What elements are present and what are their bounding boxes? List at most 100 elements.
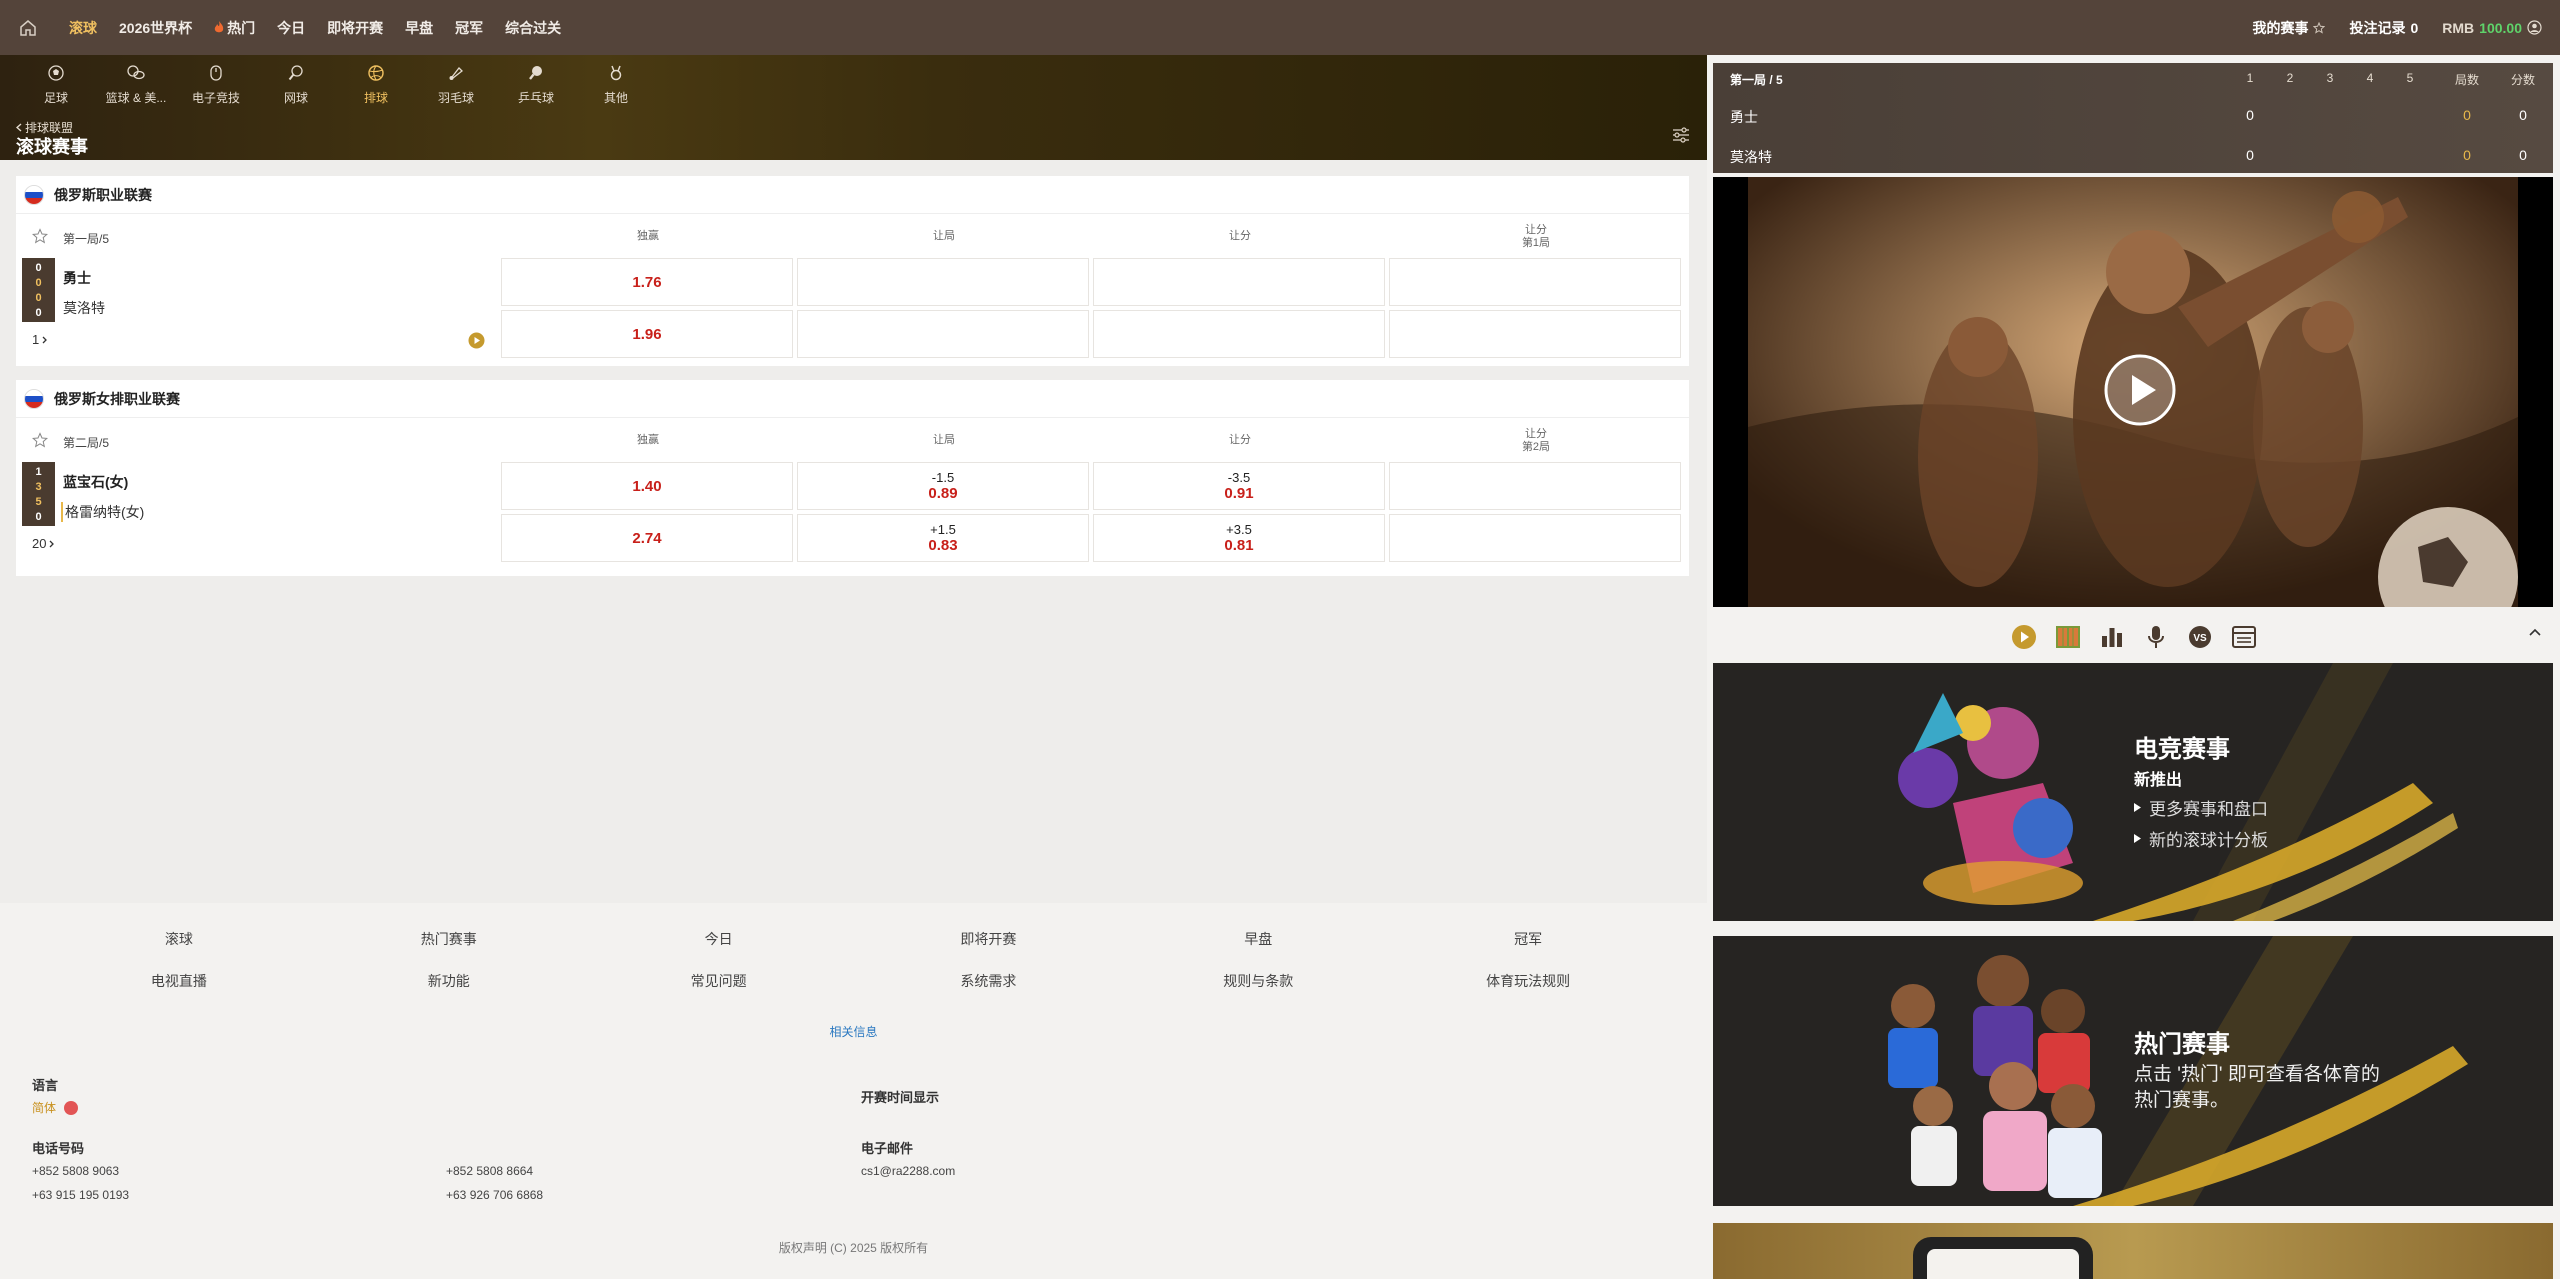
col-point-handicap: 让分 [1229,230,1251,242]
team-away[interactable]: 格雷纳特(女) [61,502,144,522]
nav-early[interactable]: 早盘 [405,18,433,38]
favorite-star-icon[interactable] [32,432,48,448]
col-moneyline: 独赢 [637,434,659,446]
hot-events-promo-banner[interactable]: 热门赛事 点击 '热门' 即可查看各体育的热门赛事。 [1713,936,2553,1206]
microphone-icon[interactable] [2142,623,2170,651]
bet-records-button[interactable]: 投注记录 0 [2349,18,2418,38]
odds-moneyline-home[interactable]: 1.40 [501,462,793,510]
match-row: 1 3 5 0 蓝宝石(女) 格雷纳特(女) 20 1.40 -1.5 0.89 … [16,462,1689,570]
footer-link[interactable]: 滚球 [44,929,314,949]
footer-link[interactable]: 常见问题 [584,971,854,991]
page-title: 滚球赛事 [16,137,88,157]
home-icon[interactable] [0,0,55,55]
esports-promo-art [1898,663,2458,921]
footer-link[interactable]: 系统需求 [854,971,1124,991]
chevron-right-icon [42,336,48,343]
chevron-up-icon[interactable] [2528,627,2542,637]
hot-events-promo-art [1888,936,2468,1206]
sport-tab-tennis[interactable]: 网球 [256,63,336,106]
nav-today[interactable]: 今日 [277,18,305,38]
sport-tab-soccer[interactable]: 足球 [16,63,96,106]
sport-tab-volleyball[interactable]: 排球 [336,63,416,106]
sport-tab-esports[interactable]: 电子竞技 [176,63,256,106]
team-away[interactable]: 莫洛特 [63,298,105,318]
nav-hot[interactable]: 热门 [214,18,255,38]
team-home[interactable]: 勇士 [63,268,91,288]
league-header[interactable]: 俄罗斯女排职业联赛 [16,380,1689,418]
match-row: 0 0 0 0 勇士 莫洛特 1 1.76 1.96 [16,258,1689,366]
col-set1-handicap: 让分 第1局 [1521,224,1551,249]
tennis-icon [286,63,306,83]
score-box: 1 3 5 0 [22,462,55,526]
filter-settings-icon[interactable] [1669,123,1693,147]
head-to-head-icon[interactable]: VS [2186,623,2214,651]
odds-set1-handicap-away[interactable] [1389,310,1681,358]
related-info-link[interactable]: 相关信息 [0,1023,1707,1040]
my-events-button[interactable]: 我的赛事 [2252,18,2326,38]
stats-chart-icon[interactable] [2098,623,2126,651]
odds-set-handicap-away[interactable] [797,310,1089,358]
play-video-icon[interactable] [2010,623,2038,651]
nav-parlay[interactable]: 综合过关 [505,18,561,38]
footer-link[interactable]: 新功能 [314,971,584,991]
scoreboard-table-icon[interactable] [2230,623,2258,651]
nav-outright[interactable]: 冠军 [455,18,483,38]
footer-link[interactable]: 热门赛事 [314,929,584,949]
email-address[interactable]: cs1@ra2288.com [861,1164,955,1178]
play-icon[interactable] [2103,353,2177,427]
odds-moneyline-home[interactable]: 1.76 [501,258,793,306]
esports-promo-banner[interactable]: 电竞赛事 新推出 更多赛事和盘口 新的滚球计分板 [1713,663,2553,921]
live-video-player[interactable] [1713,177,2553,607]
esports-icon [206,63,226,83]
footer-link[interactable]: 电视直播 [44,971,314,991]
copyright: 版权声明 (C) 2025 版权所有 [778,1241,929,1255]
odds-set2-handicap-home[interactable] [1389,462,1681,510]
sport-tab-basketball[interactable]: 篮球 & 美... [96,63,176,106]
fire-icon [214,21,224,33]
phone-number: +63 926 706 6868 [446,1188,544,1202]
live-video-icon[interactable] [468,332,485,349]
sport-tab-other[interactable]: 其他 [576,63,656,106]
sport-tab-badminton[interactable]: 羽毛球 [416,63,496,106]
footer-link[interactable]: 体育玩法规则 [1393,971,1663,991]
soccer-icon [46,63,66,83]
app-promo-banner[interactable] [1713,1223,2553,1279]
odds-set-handicap-away[interactable]: +1.5 0.83 [797,514,1089,562]
footer-link[interactable]: 规则与条款 [1123,971,1393,991]
email-label: 电子邮件 [861,1141,914,1156]
court-tracker-icon[interactable] [2054,623,2082,651]
user-icon[interactable] [2527,20,2542,35]
hot-events-promo-text: 点击 '热门' 即可查看各体育的热门赛事。 [2134,1064,2380,1111]
triangle-bullet-icon [2134,803,2141,812]
footer-link[interactable]: 早盘 [1123,929,1393,949]
more-markets-button[interactable]: 1 [32,332,48,347]
odds-point-handicap-away[interactable] [1093,310,1385,358]
odds-set-handicap-home[interactable] [797,258,1089,306]
favorite-star-icon[interactable] [32,228,48,244]
nav-upcoming[interactable]: 即将开赛 [327,18,383,38]
sport-tab-table-tennis[interactable]: 乒乓球 [496,63,576,106]
footer-link[interactable]: 即将开赛 [854,929,1124,949]
medal-icon [606,63,626,83]
nav-worldcup[interactable]: 2026世界杯 [119,18,192,38]
odds-set-handicap-home[interactable]: -1.5 0.89 [797,462,1089,510]
language-selector[interactable]: 简体 [32,1099,79,1116]
odds-set1-handicap-home[interactable] [1389,258,1681,306]
table-tennis-icon [526,63,546,83]
sport-bar: 足球 篮球 & 美... 电子竞技 网球 排球 羽毛球 乒乓球 其他 排球联盟 … [0,55,1707,160]
col-point-handicap: 让分 [1229,434,1251,446]
chevron-right-icon [50,540,55,547]
nav-inplay[interactable]: 滚球 [69,18,97,38]
odds-point-handicap-home[interactable]: -3.5 0.91 [1093,462,1385,510]
odds-moneyline-away[interactable]: 2.74 [501,514,793,562]
odds-point-handicap-home[interactable] [1093,258,1385,306]
odds-point-handicap-away[interactable]: +3.5 0.81 [1093,514,1385,562]
balance: RMB 100.00 [2442,20,2542,36]
team-home[interactable]: 蓝宝石(女) [63,472,128,492]
odds-set2-handicap-away[interactable] [1389,514,1681,562]
league-header[interactable]: 俄罗斯职业联赛 [16,176,1689,214]
odds-moneyline-away[interactable]: 1.96 [501,310,793,358]
more-markets-button[interactable]: 20 [32,536,55,551]
footer-link[interactable]: 今日 [584,929,854,949]
footer-link[interactable]: 冠军 [1393,929,1663,949]
